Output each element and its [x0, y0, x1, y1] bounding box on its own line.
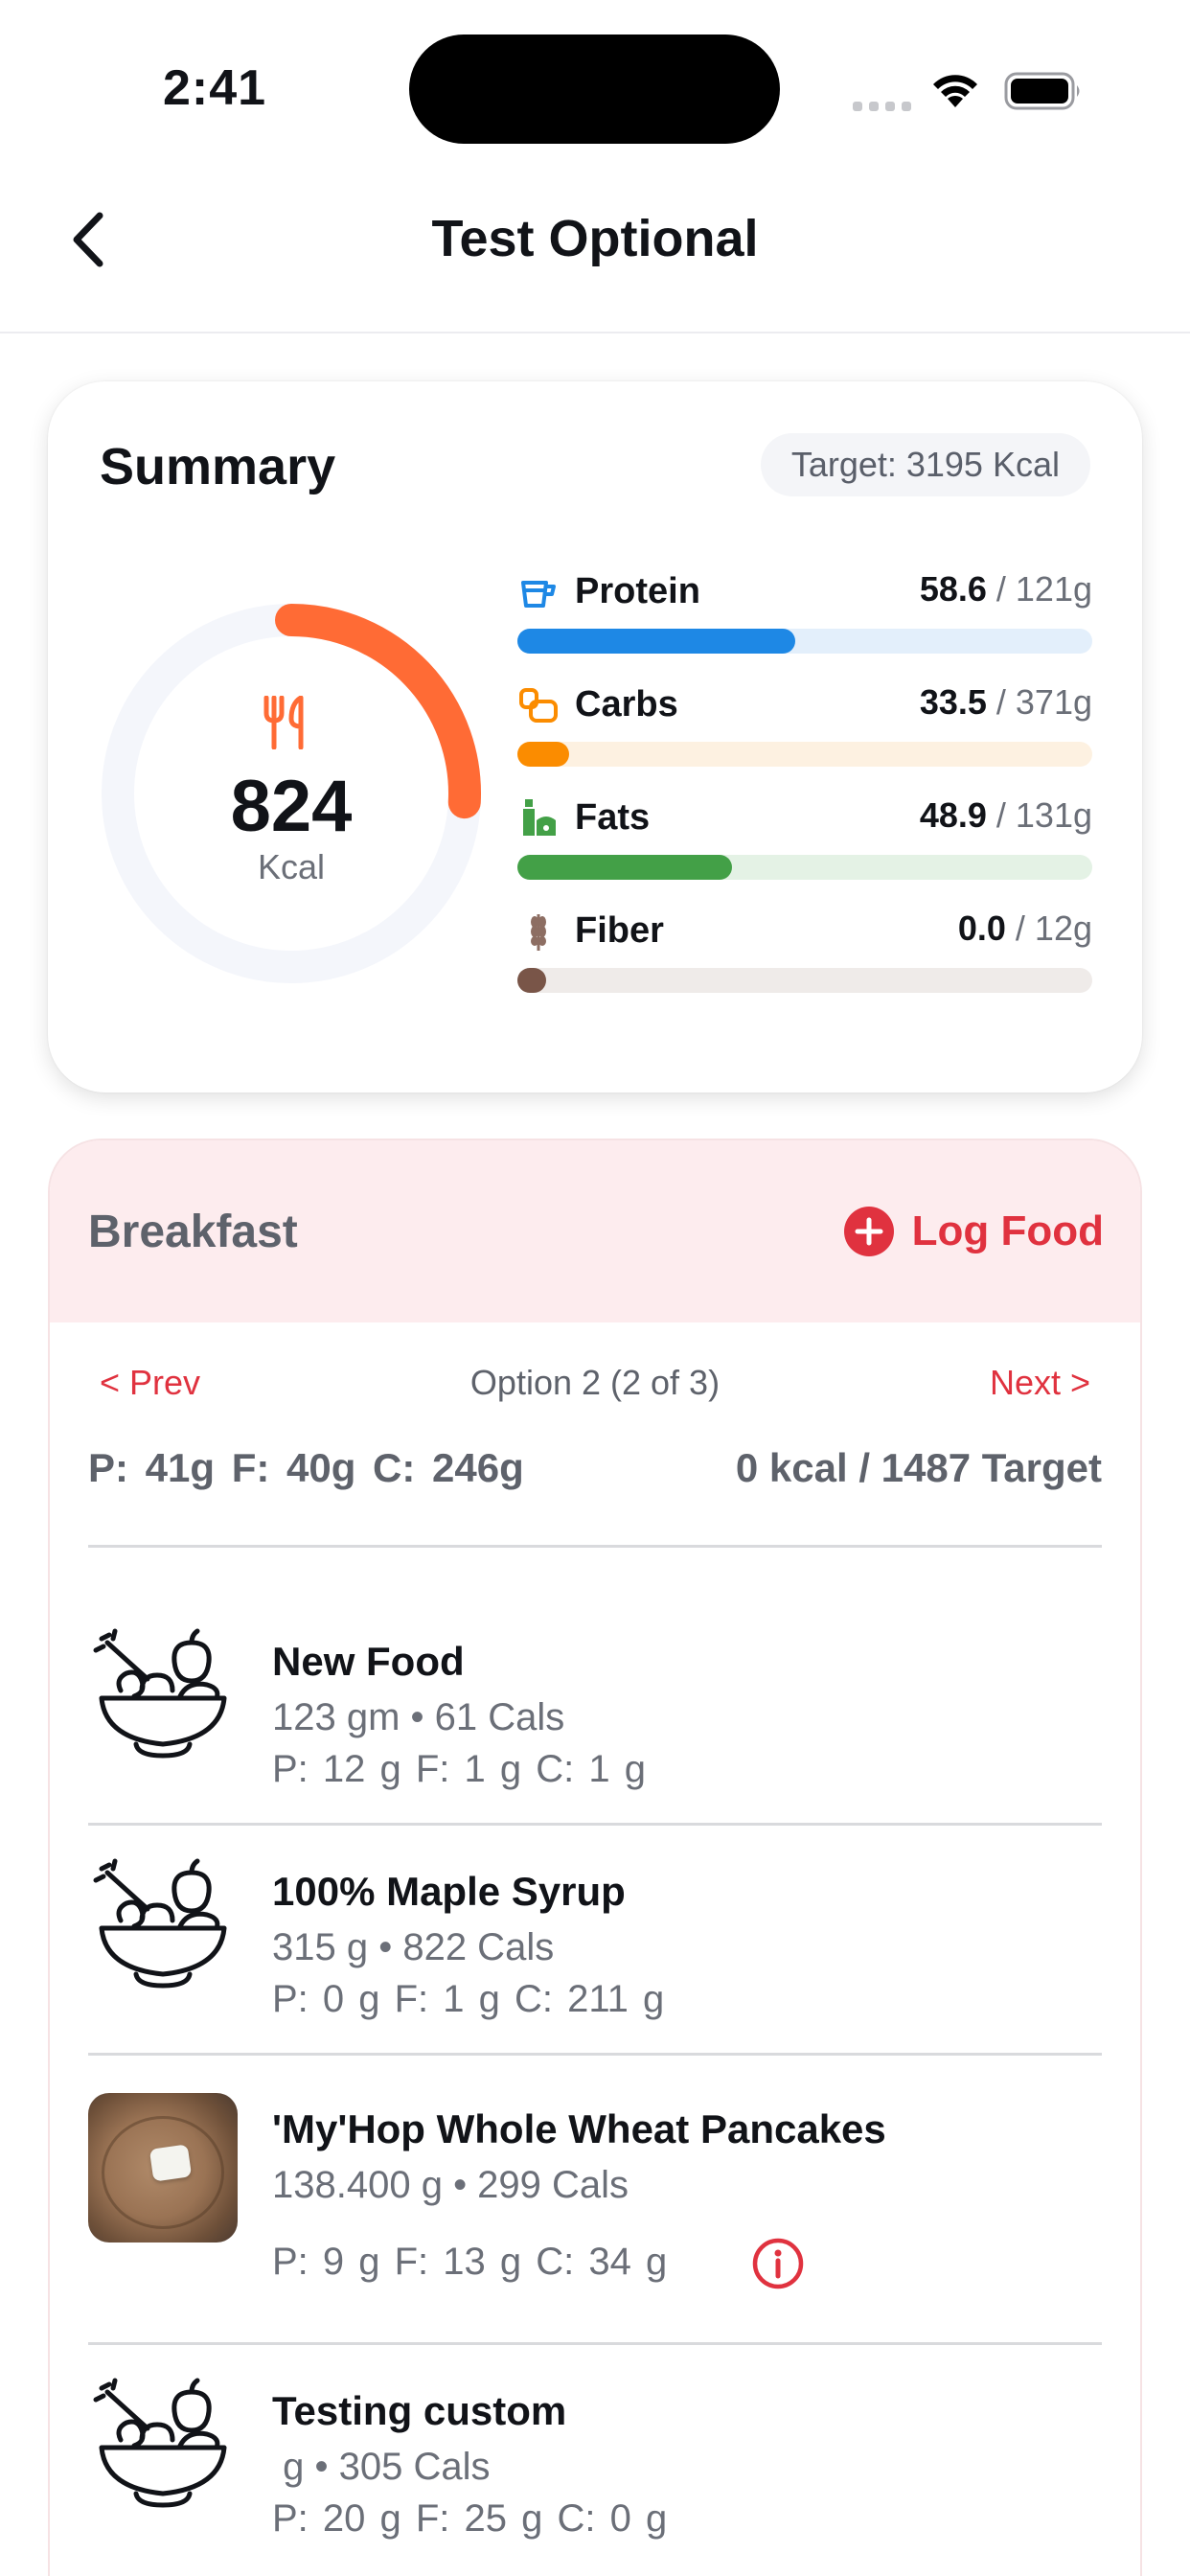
plus-circle-icon: [843, 1207, 894, 1256]
meal-totals: P: 41g F: 40g C: 246g 0 kcal / 1487 Targ…: [88, 1445, 1102, 1508]
food-name: 'My'Hop Whole Wheat Pancakes: [272, 2106, 886, 2151]
macro-carbs: Carbs 33.5 / 371g: [517, 682, 1092, 788]
macro-progress-fill: [517, 629, 796, 654]
macro-fiber: Fiber 0.0 / 12g: [517, 908, 1092, 1014]
fiber-icon: [531, 914, 546, 951]
food-item[interactable]: 100% Maple Syrup 315 g • 822 Cals P: 0 g…: [88, 1855, 1102, 2078]
divider: [88, 1545, 1102, 1548]
food-macros: P: 12 g F: 1 g C: 1 g: [272, 1748, 646, 1790]
food-bowl-icon: [93, 2378, 227, 2508]
battery-icon: [1004, 72, 1080, 110]
option-navigator: < Prev Option 2 (2 of 3) Next >: [50, 1357, 1140, 1414]
food-name: Testing custom: [272, 2388, 567, 2433]
calories-value: 824: [230, 766, 353, 847]
macro-progress-track: [517, 742, 1092, 767]
macro-progress-fill: [517, 742, 569, 767]
dynamic-island: [409, 34, 780, 144]
macro-value: 0.0 / 12g: [957, 908, 1092, 948]
meal-title: Breakfast: [88, 1207, 298, 1257]
pancake-photo: [88, 2093, 238, 2242]
macro-name: Fiber: [575, 910, 664, 951]
divider: [88, 2053, 1102, 2056]
food-item[interactable]: New Food 123 gm • 61 Cals P: 12 g F: 1 g…: [88, 1625, 1102, 1848]
macro-progress-fill: [517, 968, 546, 993]
food-item[interactable]: Testing custom g • 305 Cals P: 20 g F: 2…: [88, 2375, 1102, 2576]
navigation-bar: Test Optional: [0, 172, 1190, 334]
macro-name: Fats: [575, 797, 651, 838]
macro-value: 48.9 / 131g: [919, 795, 1092, 835]
meal-macro-totals: P: 41g F: 40g C: 246g: [88, 1445, 524, 1490]
food-macros: P: 20 g F: 25 g C: 0 g: [272, 2497, 668, 2540]
food-item[interactable]: 'My'Hop Whole Wheat Pancakes 138.400 g •…: [88, 2093, 1102, 2342]
status-time: 2:41: [163, 60, 267, 116]
divider: [88, 1823, 1102, 1826]
log-food-label: Log Food: [911, 1208, 1104, 1254]
meal-calorie-totals: 0 kcal / 1487 Target: [735, 1445, 1102, 1490]
macro-name: Protein: [575, 571, 700, 611]
macro-value: 33.5 / 371g: [919, 682, 1092, 722]
food-meta: g • 305 Cals: [272, 2446, 491, 2488]
meal-card-breakfast: Breakfast Log Food < Prev Option 2 (2 of…: [48, 1138, 1142, 2576]
food-macros: P: 0 g F: 1 g C: 211 g: [272, 1978, 665, 2020]
target-badge: Target: 3195 Kcal: [760, 433, 1090, 496]
page-title: Test Optional: [431, 210, 759, 267]
info-icon[interactable]: [751, 2237, 805, 2290]
macro-progress-track: [517, 855, 1092, 880]
food-macros: P: 9 g F: 13 g C: 34 g: [272, 2241, 668, 2283]
fork-knife-icon: [263, 696, 304, 749]
macro-progress-track: [517, 629, 1092, 654]
macro-progress-track: [517, 968, 1092, 993]
food-bowl-icon: [93, 1628, 227, 1759]
macro-value: 58.6 / 121g: [919, 569, 1092, 609]
summary-title: Summary: [100, 438, 336, 495]
food-meta: 123 gm • 61 Cals: [272, 1696, 565, 1738]
macro-protein: Protein 58.6 / 121g: [517, 569, 1092, 675]
option-label: Option 2 (2 of 3): [469, 1363, 721, 1402]
next-option-button[interactable]: Next >: [990, 1363, 1090, 1403]
food-bowl-icon: [93, 1858, 227, 1989]
protein-icon: [521, 581, 556, 608]
cellular-signal-icon: [853, 102, 911, 111]
summary-card: Summary Target: 3195 Kcal 824 Kcal Prote…: [48, 381, 1142, 1092]
calories-unit: Kcal: [257, 847, 326, 886]
macro-progress-fill: [517, 855, 732, 880]
wifi-icon: [933, 75, 977, 107]
log-food-button[interactable]: Log Food: [843, 1198, 1104, 1265]
meal-header: Breakfast Log Food: [50, 1140, 1140, 1322]
food-name: 100% Maple Syrup: [272, 1869, 626, 1914]
divider: [88, 2342, 1102, 2345]
status-bar: 2:41: [0, 0, 1190, 172]
food-meta: 138.400 g • 299 Cals: [272, 2164, 629, 2206]
food-name: New Food: [272, 1639, 465, 1684]
macro-name: Carbs: [575, 684, 678, 724]
carbs-icon: [519, 688, 558, 723]
fats-icon: [523, 799, 556, 836]
food-meta: 315 g • 822 Cals: [272, 1926, 555, 1968]
macro-fats: Fats 48.9 / 131g: [517, 795, 1092, 901]
